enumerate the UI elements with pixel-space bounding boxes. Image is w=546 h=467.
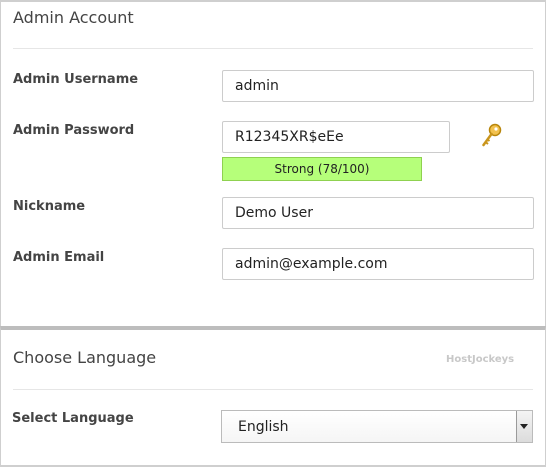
language-panel: Choose Language bbox=[0, 326, 546, 467]
nickname-label: Nickname bbox=[13, 199, 86, 214]
select-language-label: Select Language bbox=[12, 411, 134, 426]
admin-password-label: Admin Password bbox=[13, 123, 135, 138]
admin-account-title: Admin Account bbox=[13, 8, 134, 27]
password-strength-meter: Strong (78/100) bbox=[222, 157, 422, 181]
nickname-input[interactable]: Demo User bbox=[222, 197, 534, 229]
admin-username-label: Admin Username bbox=[13, 72, 139, 87]
admin-account-panel: Admin Account Admin Username admin Admin… bbox=[0, 0, 546, 328]
hostjockeys-watermark: HostJockeys bbox=[446, 354, 515, 365]
language-select-value: English bbox=[238, 419, 289, 435]
admin-password-input[interactable]: R12345XR$eEe bbox=[222, 121, 450, 153]
key-icon[interactable] bbox=[481, 123, 503, 149]
language-select[interactable]: English bbox=[221, 410, 533, 443]
admin-email-label: Admin Email bbox=[13, 250, 105, 265]
admin-username-input[interactable]: admin bbox=[222, 70, 534, 102]
choose-language-title: Choose Language bbox=[13, 348, 157, 367]
dropdown-arrow-icon[interactable] bbox=[516, 411, 532, 442]
section-divider bbox=[13, 48, 533, 49]
admin-email-input[interactable]: admin@example.com bbox=[222, 248, 534, 280]
section-divider bbox=[13, 389, 533, 390]
